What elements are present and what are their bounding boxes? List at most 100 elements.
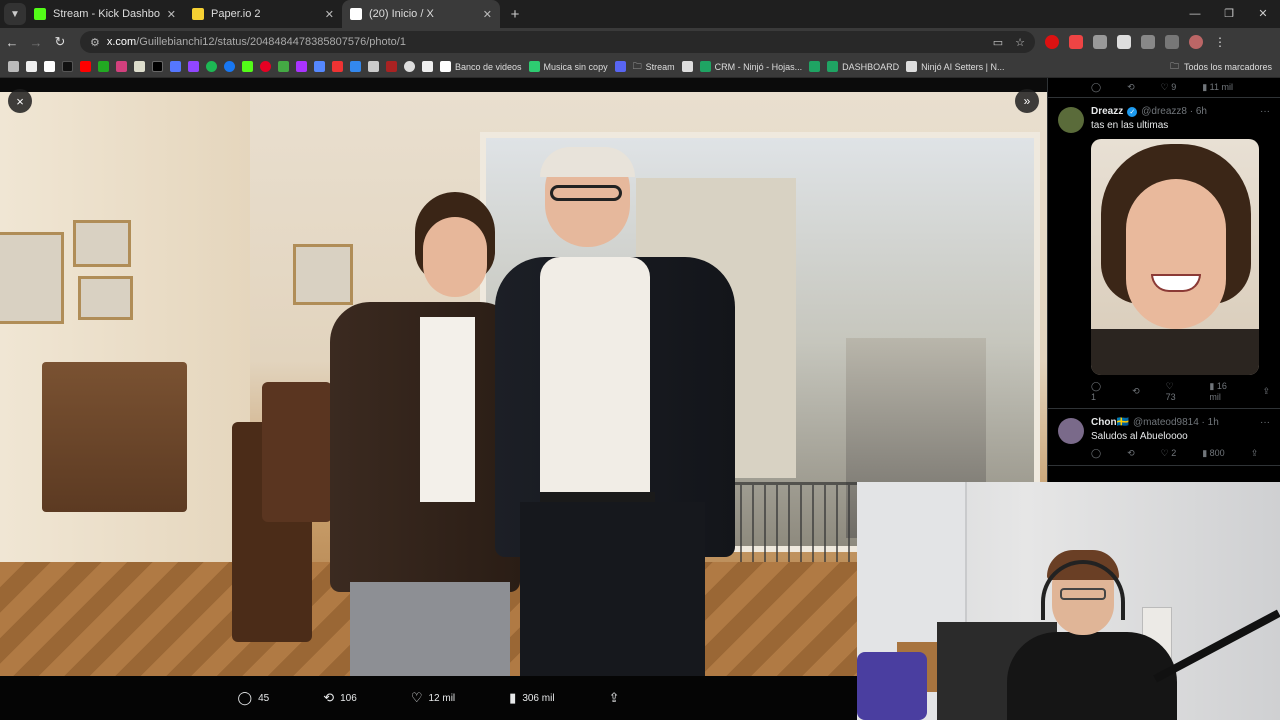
bookmark-icon[interactable]: [386, 61, 397, 72]
reply-author-handle[interactable]: @dreazz8 · 6h: [1141, 106, 1207, 117]
tiktok-icon[interactable]: [62, 61, 73, 72]
bookmark-icon[interactable]: [332, 61, 343, 72]
profile-avatar[interactable]: [1189, 35, 1203, 49]
kick-icon[interactable]: [242, 61, 253, 72]
reply-icon: ◯: [237, 690, 253, 705]
browser-toolbar: ← → ↻ ⚙ x.com/Guillebianchi12/status/204…: [0, 28, 1280, 56]
new-tab-button[interactable]: +: [504, 6, 526, 23]
tab-close-icon[interactable]: ✕: [325, 8, 334, 21]
notion-icon[interactable]: [422, 61, 433, 72]
reload-icon[interactable]: ↻: [48, 34, 72, 50]
bookmark-ninjo-ai-setters[interactable]: Ninjó AI Setters | N...: [906, 61, 1005, 72]
share-icon[interactable]: ⇪: [1251, 448, 1259, 459]
more-options-icon[interactable]: ···: [1260, 417, 1270, 428]
share-icon[interactable]: ⇪: [1262, 386, 1270, 397]
like-count: 12 mil: [428, 692, 456, 704]
repost-icon[interactable]: ⟲: [1127, 82, 1135, 93]
repost-button[interactable]: ⟲: [1132, 386, 1140, 397]
repost-button[interactable]: ⟲: [1127, 448, 1135, 459]
bookmark-icon[interactable]: [170, 61, 181, 72]
reply-author-handle[interactable]: @mateod9814 · 1h: [1133, 417, 1219, 428]
extension-icon[interactable]: [1069, 35, 1083, 49]
forward-arrow-icon[interactable]: →: [24, 35, 48, 50]
tab-x-inicio[interactable]: (20) Inicio / X ✕: [342, 0, 500, 28]
back-arrow-icon[interactable]: ←: [0, 35, 24, 50]
reply-author-name[interactable]: Dreazz: [1091, 106, 1123, 117]
twitch-icon[interactable]: [188, 61, 199, 72]
tab-search-button[interactable]: ▼: [4, 3, 26, 25]
x-favicon-icon: [350, 8, 362, 20]
like-button[interactable]: ♡ 2: [1161, 448, 1177, 459]
bookmark-icon[interactable]: [681, 61, 693, 72]
apps-grid-icon[interactable]: [8, 61, 19, 72]
more-options-icon[interactable]: ···: [1260, 106, 1270, 117]
reply-item[interactable]: Dreazz ✓ @dreazz8 · 6h ··· tas en las ul…: [1048, 98, 1280, 409]
reply-item[interactable]: Chon🇸🇪 @mateod9814 · 1h ··· Saludos al A…: [1048, 409, 1280, 466]
avatar[interactable]: [1058, 107, 1084, 133]
instagram-icon[interactable]: [116, 61, 127, 72]
x-icon[interactable]: [152, 61, 163, 72]
sheets-icon[interactable]: [809, 61, 821, 72]
reply-button[interactable]: ◯ 45: [238, 690, 270, 706]
puzzle-icon[interactable]: [1141, 35, 1155, 49]
restore-icon[interactable]: ❐: [1212, 0, 1246, 28]
reply-media-image[interactable]: [1091, 139, 1259, 375]
bookmark-icon[interactable]: [26, 61, 37, 72]
bookmark-icon[interactable]: [314, 61, 325, 72]
views-button[interactable]: ▮ 800: [1202, 448, 1224, 459]
views-button[interactable]: ▮ 16 mil: [1209, 381, 1236, 402]
extension-icon[interactable]: [1117, 35, 1131, 49]
minimize-icon[interactable]: —: [1178, 0, 1212, 28]
bookmark-icon[interactable]: [296, 61, 307, 72]
bookmark-icon[interactable]: [98, 61, 109, 72]
share-button[interactable]: ⇪: [609, 690, 620, 706]
bookmark-crm-ninjo[interactable]: CRM - Ninjó - Hojas...: [699, 61, 802, 72]
menu-kebab-icon[interactable]: ⋮: [1213, 35, 1227, 49]
reply-count: 45: [258, 692, 270, 704]
extension-icon[interactable]: [1045, 35, 1059, 49]
tab-close-icon[interactable]: ✕: [483, 8, 492, 21]
reply-author-name[interactable]: Chon🇸🇪: [1091, 417, 1129, 428]
bookmarks-bar: Banco de videos Musica sin copy 🗀 Stream …: [0, 56, 1280, 78]
youtube-icon[interactable]: [80, 61, 91, 72]
reply-button[interactable]: ◯: [1091, 448, 1101, 459]
views-stat[interactable]: ▮ 11 mil: [1202, 82, 1233, 93]
bookmark-icon[interactable]: [278, 61, 289, 72]
close-window-icon[interactable]: ✕: [1246, 0, 1280, 28]
tab-kick-dashboard[interactable]: Stream - Kick Dashboard ✕: [26, 0, 184, 28]
facebook-icon[interactable]: [224, 61, 235, 72]
tab-paperio[interactable]: Paper.io 2 ✕: [184, 0, 342, 28]
reply-icon[interactable]: ◯: [1091, 82, 1101, 93]
views-button[interactable]: ▮ 306 mil: [509, 690, 554, 706]
avatar[interactable]: [1058, 418, 1084, 444]
bookmark-star-icon[interactable]: ☆: [1015, 36, 1025, 49]
close-icon[interactable]: ×: [8, 89, 32, 113]
bookmark-banco-de-videos[interactable]: Banco de videos: [440, 61, 522, 72]
like-button[interactable]: ♡ 12 mil: [411, 690, 455, 706]
site-info-icon[interactable]: ⚙: [90, 36, 100, 49]
bookmark-icon[interactable]: [350, 61, 361, 72]
bookmark-musica-sin-copy[interactable]: Musica sin copy: [528, 61, 608, 72]
bookmark-icon[interactable]: [614, 61, 626, 72]
reply-button[interactable]: ◯ 1: [1091, 381, 1106, 402]
bookmark-icon[interactable]: [404, 61, 415, 72]
bookmark-icon[interactable]: [44, 61, 55, 72]
like-stat[interactable]: ♡ 9: [1161, 82, 1177, 93]
like-button[interactable]: ♡ 73: [1166, 381, 1184, 402]
infinity-icon[interactable]: [368, 61, 379, 72]
reading-list-icon[interactable]: [1165, 35, 1179, 49]
bookmark-icon[interactable]: [134, 61, 145, 72]
cast-icon[interactable]: ▭: [993, 36, 1003, 49]
all-bookmarks-folder[interactable]: 🗀 Todos los marcadores: [1170, 56, 1272, 78]
repost-button[interactable]: ⟲ 106: [323, 690, 357, 706]
spotify-icon[interactable]: [206, 61, 217, 72]
bookmark-stream-folder[interactable]: 🗀 Stream: [633, 59, 675, 75]
pinterest-icon[interactable]: [260, 61, 271, 72]
extension-icon[interactable]: [1093, 35, 1107, 49]
expand-icon[interactable]: »: [1015, 89, 1039, 113]
tab-close-icon[interactable]: ✕: [167, 8, 176, 21]
bookmark-dashboard[interactable]: DASHBOARD: [827, 61, 899, 72]
sheets-icon: [699, 61, 711, 72]
address-bar[interactable]: ⚙ x.com/Guillebianchi12/status/204848447…: [80, 31, 1035, 53]
paperio-favicon-icon: [192, 8, 204, 20]
